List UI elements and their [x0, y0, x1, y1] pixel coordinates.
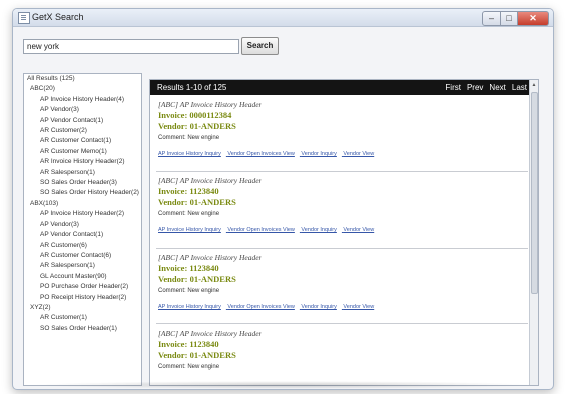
result-divider — [156, 171, 528, 172]
ap-invoice-history-inquiry-link[interactable]: AP Invoice History Inquiry — [158, 227, 221, 233]
minimize-button[interactable]: – — [482, 11, 501, 26]
vendor-inquiry-link[interactable]: Vendor Inquiry — [301, 151, 336, 157]
result-vendor: Vendor: 01-ANDERS — [158, 274, 236, 284]
tree-category-item[interactable]: PO Receipt History Header(2) — [24, 293, 141, 303]
result-header: [ABC] AP Invoice History Header — [158, 176, 262, 185]
search-button[interactable]: Search — [241, 37, 279, 55]
tree-category-item[interactable]: AP Invoice History Header(4) — [24, 95, 141, 105]
result-comment: Comment: New engine — [158, 135, 220, 141]
vendor-inquiry-link[interactable]: Vendor Inquiry — [301, 227, 336, 233]
results-count: Results 1-10 of 125 — [157, 83, 227, 92]
tree-category-item[interactable]: AR Salesperson(1) — [24, 261, 141, 271]
result-comment: Comment: New engine — [158, 288, 220, 294]
window-controls: – □ ✕ — [482, 11, 549, 26]
result-invoice: Invoice: 1123840 — [158, 339, 219, 349]
vendor-open-invoices-view-link[interactable]: Vendor Open Invoices View — [227, 227, 294, 233]
tree-category-item[interactable]: AP Vendor(3) — [24, 105, 141, 115]
window-shadow — [30, 381, 538, 389]
results-panel: Results 1-10 of 125 First Prev Next Last… — [149, 79, 539, 386]
result-header: [ABC] AP Invoice History Header — [158, 100, 262, 109]
result-item: [ABC] AP Invoice History Header Invoice:… — [158, 175, 526, 235]
pager: First Prev Next Last — [439, 83, 527, 92]
result-item: [ABC] AP Invoice History Header Invoice:… — [158, 99, 526, 159]
result-links: AP Invoice History Inquiry Vendor Open I… — [158, 303, 526, 312]
vendor-view-link[interactable]: Vendor View — [343, 304, 374, 310]
category-tree: All Results (125) ABC(20) AP Invoice Histo… — [23, 73, 142, 386]
result-invoice: Invoice: 1123840 — [158, 263, 219, 273]
result-item: [ABC] AP Invoice History Header Invoice:… — [158, 328, 526, 372]
tree-category-item[interactable]: AP Vendor Contact(1) — [24, 116, 141, 126]
close-button[interactable]: ✕ — [518, 11, 549, 26]
result-divider — [156, 323, 528, 324]
result-links: AP Invoice History Inquiry Vendor Open I… — [158, 150, 526, 159]
pager-prev-link[interactable]: Prev — [467, 83, 483, 92]
result-links: AP Invoice History Inquiry Vendor Open I… — [158, 226, 526, 235]
tree-category-item[interactable]: AR Customer Memo(1) — [24, 147, 141, 157]
tree-category-item[interactable]: AR Customer Contact(1) — [24, 136, 141, 146]
tree-category-item[interactable]: GL Account Master(90) — [24, 272, 141, 282]
result-invoice: Invoice: 0000112384 — [158, 110, 232, 120]
vendor-open-invoices-view-link[interactable]: Vendor Open Invoices View — [227, 304, 294, 310]
tree-group-item[interactable]: XYZ(2) — [24, 303, 141, 313]
result-comment: Comment: New engine — [158, 211, 220, 217]
tree-group-item[interactable]: ABC(20) — [24, 84, 141, 94]
results-header: Results 1-10 of 125 First Prev Next Last — [150, 80, 530, 95]
scroll-up-arrow-icon[interactable]: ▲ — [531, 81, 537, 89]
vendor-view-link[interactable]: Vendor View — [343, 227, 374, 233]
result-vendor: Vendor: 01-ANDERS — [158, 121, 236, 131]
ap-invoice-history-inquiry-link[interactable]: AP Invoice History Inquiry — [158, 151, 221, 157]
tree-category-item[interactable]: SO Sales Order Header(3) — [24, 178, 141, 188]
tree-category-item[interactable]: AR Customer(6) — [24, 241, 141, 251]
pager-first-link[interactable]: First — [445, 83, 461, 92]
maximize-button[interactable]: □ — [501, 11, 518, 26]
app-window-icon — [18, 12, 30, 24]
result-header: [ABC] AP Invoice History Header — [158, 253, 262, 262]
tree-category-item[interactable]: SO Sales Order History Header(2) — [24, 188, 141, 198]
tree-category-item[interactable]: SO Sales Order Header(1) — [24, 324, 141, 334]
vendor-inquiry-link[interactable]: Vendor Inquiry — [301, 304, 336, 310]
tree-category-item[interactable]: AR Customer(2) — [24, 126, 141, 136]
result-vendor: Vendor: 01-ANDERS — [158, 197, 236, 207]
scrollbar-thumb[interactable] — [531, 92, 538, 294]
result-item: [ABC] AP Invoice History Header Invoice:… — [158, 252, 526, 312]
pager-next-link[interactable]: Next — [489, 83, 505, 92]
tree-category-item[interactable]: AP Vendor Contact(1) — [24, 230, 141, 240]
vendor-view-link[interactable]: Vendor View — [343, 151, 374, 157]
result-header: [ABC] AP Invoice History Header — [158, 329, 262, 338]
tree-category-item[interactable]: AP Invoice History Header(2) — [24, 209, 141, 219]
title-bar: GetX Search – □ ✕ — [13, 9, 553, 27]
tree-category-item[interactable]: AR Invoice History Header(2) — [24, 157, 141, 167]
tree-category-item[interactable]: AR Customer Contact(6) — [24, 251, 141, 261]
ap-invoice-history-inquiry-link[interactable]: AP Invoice History Inquiry — [158, 304, 221, 310]
window-title: GetX Search — [32, 12, 84, 22]
tree-category-item[interactable]: AR Customer(1) — [24, 313, 141, 323]
tree-group-item[interactable]: ABX(103) — [24, 199, 141, 209]
getx-search-window: GetX Search – □ ✕ Search All Results (12… — [12, 8, 554, 390]
tree-category-item[interactable]: AR Salesperson(1) — [24, 168, 141, 178]
result-vendor: Vendor: 01-ANDERS — [158, 350, 236, 360]
result-divider — [156, 248, 528, 249]
search-input[interactable] — [23, 39, 239, 54]
tree-category-item[interactable]: PO Purchase Order Header(2) — [24, 282, 141, 292]
result-invoice: Invoice: 1123840 — [158, 186, 219, 196]
results-scrollbar[interactable]: ▲ — [529, 80, 538, 385]
pager-last-link[interactable]: Last — [512, 83, 527, 92]
tree-category-item[interactable]: AP Vendor(3) — [24, 220, 141, 230]
vendor-open-invoices-view-link[interactable]: Vendor Open Invoices View — [227, 151, 294, 157]
result-comment: Comment: New engine — [158, 364, 220, 370]
tree-root-item[interactable]: All Results (125) — [24, 74, 141, 84]
